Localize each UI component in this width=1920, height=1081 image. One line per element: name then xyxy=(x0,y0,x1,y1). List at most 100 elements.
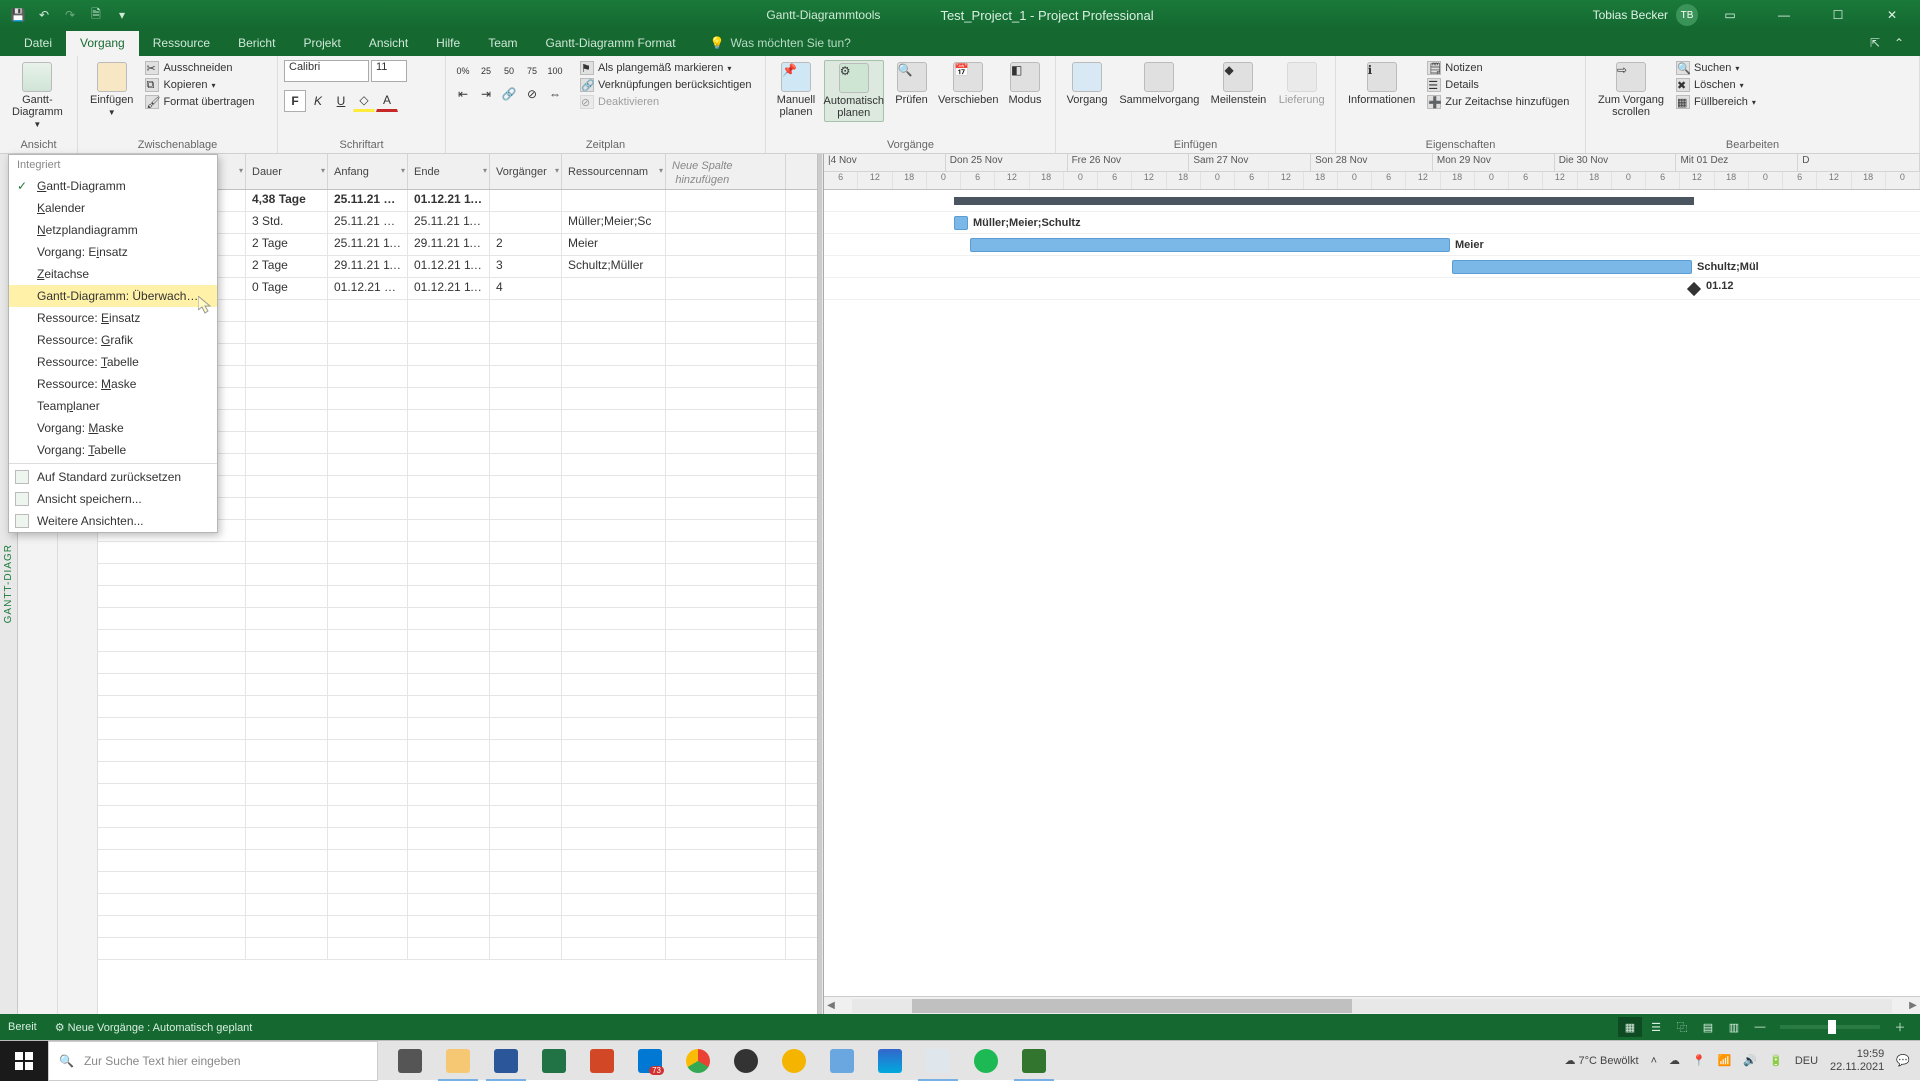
chrome-app[interactable] xyxy=(674,1041,722,1081)
table-row-empty[interactable] xyxy=(98,696,817,718)
view-menu-item[interactable]: Zeitachse xyxy=(9,263,217,285)
cell-pred[interactable] xyxy=(490,212,562,233)
outdent-button[interactable]: ⇤ xyxy=(452,83,474,105)
split-button[interactable]: ⇔ xyxy=(544,83,566,105)
view-gantt-icon[interactable]: ▦ xyxy=(1618,1017,1642,1037)
scroll-to-task-button[interactable]: ⇨Zum Vorgang scrollen xyxy=(1592,60,1670,120)
view-calendar-icon[interactable]: ▤ xyxy=(1696,1017,1720,1037)
add-timeline-button[interactable]: ➕Zur Zeitachse hinzufügen xyxy=(1425,94,1571,110)
clock[interactable]: 19:59 22.11.2021 xyxy=(1830,1048,1884,1074)
share-icon[interactable]: ⇱ xyxy=(1870,36,1886,52)
pct50-button[interactable]: 50 xyxy=(498,60,520,82)
zoom-out-icon[interactable]: — xyxy=(1748,1017,1772,1037)
cell-pred[interactable] xyxy=(490,190,562,211)
menu-more-views[interactable]: Weitere Ansichten... xyxy=(9,510,217,532)
status-schedule-mode[interactable]: ⚙ Neue Vorgänge : Automatisch geplant xyxy=(55,1021,253,1034)
col-start[interactable]: Anfang▾ xyxy=(328,154,408,189)
gantt-task-bar[interactable]: Meier xyxy=(970,238,1450,252)
table-row-empty[interactable] xyxy=(98,652,817,674)
scroll-thumb[interactable] xyxy=(912,999,1352,1013)
view-menu-item[interactable]: Netzplandiagramm xyxy=(9,219,217,241)
weather-widget[interactable]: ☁ 7°C Bewölkt xyxy=(1564,1054,1638,1067)
excel-app[interactable] xyxy=(530,1041,578,1081)
font-size-select[interactable]: 11 xyxy=(371,60,407,82)
notepad-app[interactable] xyxy=(914,1041,962,1081)
taskview-button[interactable] xyxy=(386,1041,434,1081)
minimize-button[interactable]: — xyxy=(1762,0,1806,30)
cell-new[interactable] xyxy=(666,278,786,299)
pct100-button[interactable]: 100 xyxy=(544,60,566,82)
tab-projekt[interactable]: Projekt xyxy=(289,31,354,56)
gantt-task-bar[interactable]: Müller;Meier;Schultz xyxy=(954,216,968,230)
view-resource-icon[interactable]: ▥ xyxy=(1722,1017,1746,1037)
close-button[interactable]: ✕ xyxy=(1870,0,1914,30)
view-network-icon[interactable]: ⿻ xyxy=(1670,1017,1694,1037)
table-row-empty[interactable] xyxy=(98,542,817,564)
deactivate-button[interactable]: ⊘Deaktivieren xyxy=(578,94,754,110)
explorer-app[interactable] xyxy=(434,1041,482,1081)
indent-button[interactable]: ⇥ xyxy=(475,83,497,105)
account-button[interactable]: Tobias Becker TB xyxy=(1593,4,1698,26)
font-name-select[interactable]: Calibri xyxy=(284,60,369,82)
redo-icon[interactable]: ↷ xyxy=(60,5,80,25)
cell-res[interactable] xyxy=(562,278,666,299)
table-row-empty[interactable] xyxy=(98,564,817,586)
notes-button[interactable]: 🗒Notizen xyxy=(1425,60,1571,76)
view-menu-item[interactable]: Gantt-Diagramm xyxy=(9,175,217,197)
qat-doc-icon[interactable]: 🗎 xyxy=(86,5,106,25)
cell-end[interactable]: 01.12.21 11:0 xyxy=(408,278,490,299)
information-button[interactable]: ℹInformationen xyxy=(1342,60,1421,108)
notification-icon[interactable]: 💬 xyxy=(1896,1054,1910,1067)
view-menu-item[interactable]: Ressource: Tabelle xyxy=(9,351,217,373)
cell-end[interactable]: 29.11.21 11:0 xyxy=(408,234,490,255)
table-row-empty[interactable] xyxy=(98,762,817,784)
col-end[interactable]: Ende▾ xyxy=(408,154,490,189)
view-menu-item[interactable]: Kalender xyxy=(9,197,217,219)
scroll-left-icon[interactable]: ◀ xyxy=(824,1000,838,1011)
view-menu-item[interactable]: Gantt-Diagramm: Überwach… xyxy=(9,285,217,307)
spotify-app[interactable] xyxy=(962,1041,1010,1081)
view-menu-item[interactable]: Vorgang: Tabelle xyxy=(9,439,217,461)
font-color-button[interactable]: A xyxy=(376,90,398,112)
zoom-handle[interactable] xyxy=(1828,1020,1836,1034)
taskbar-search[interactable]: 🔍 Zur Suche Text hier eingeben xyxy=(48,1041,378,1081)
gantt-milestone[interactable] xyxy=(1687,282,1701,296)
cell-duration[interactable]: 4,38 Tage xyxy=(246,190,328,211)
location-icon[interactable]: 📍 xyxy=(1692,1054,1706,1067)
tab-ansicht[interactable]: Ansicht xyxy=(355,31,422,56)
auto-schedule-button[interactable]: ⚙Automatisch planen xyxy=(824,60,884,122)
cut-button[interactable]: ✂Ausschneiden xyxy=(143,60,256,76)
table-row-empty[interactable] xyxy=(98,806,817,828)
move-button[interactable]: 📅Verschieben xyxy=(940,60,998,108)
fill-button[interactable]: ▦Füllbereich▾ xyxy=(1674,94,1758,110)
cell-duration[interactable]: 2 Tage xyxy=(246,234,328,255)
app-yellow[interactable] xyxy=(770,1041,818,1081)
cell-res[interactable]: Meier xyxy=(562,234,666,255)
cell-end[interactable]: 25.11.21 11:0 xyxy=(408,212,490,233)
gantt-summary-bar[interactable] xyxy=(954,197,1694,205)
table-row-empty[interactable] xyxy=(98,718,817,740)
gantt-h-scrollbar[interactable]: ◀ ▶ xyxy=(824,996,1920,1014)
tab-hilfe[interactable]: Hilfe xyxy=(422,31,474,56)
mark-ontrack-button[interactable]: ⚑Als plangemäß markieren▾ xyxy=(578,60,754,76)
link-button[interactable]: 🔗 xyxy=(498,83,520,105)
zoom-in-icon[interactable]: ＋ xyxy=(1888,1017,1912,1037)
insert-task-button[interactable]: Vorgang xyxy=(1062,60,1112,108)
manual-schedule-button[interactable]: 📌Manuell planen xyxy=(772,60,820,120)
table-row-empty[interactable] xyxy=(98,784,817,806)
gantt-body[interactable]: Müller;Meier;Schultz Meier Schultz;Mül 0… xyxy=(824,190,1920,996)
view-menu-item[interactable]: Ressource: Grafik xyxy=(9,329,217,351)
copy-button[interactable]: ⧉Kopieren▾ xyxy=(143,77,256,93)
tray-expand-icon[interactable]: ˄ xyxy=(1651,1055,1657,1067)
cell-pred[interactable]: 2 xyxy=(490,234,562,255)
collapse-ribbon-icon[interactable]: ⌃ xyxy=(1894,36,1910,52)
fill-color-button[interactable]: ◇ xyxy=(353,90,375,112)
table-row-empty[interactable] xyxy=(98,938,817,960)
tab-vorgang[interactable]: Vorgang xyxy=(66,31,139,56)
view-usage-icon[interactable]: ☰ xyxy=(1644,1017,1668,1037)
wifi-icon[interactable]: 📶 xyxy=(1718,1054,1732,1067)
table-row-empty[interactable] xyxy=(98,850,817,872)
cell-end[interactable]: 01.12.21 11:0 xyxy=(408,190,490,211)
cell-new[interactable] xyxy=(666,190,786,211)
mode-button[interactable]: ◧Modus xyxy=(1001,60,1049,108)
